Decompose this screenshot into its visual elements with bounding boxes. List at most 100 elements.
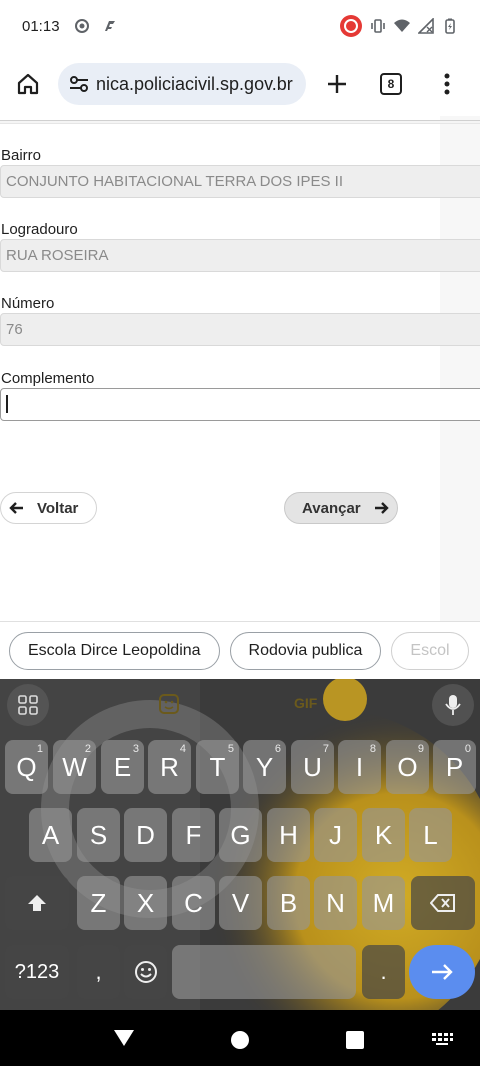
period-key[interactable]: . (362, 945, 405, 999)
sticker-icon (159, 694, 179, 714)
browser-toolbar: nica.policiacivil.sp.gov.br 8 (0, 52, 480, 116)
key-f[interactable]: F (172, 808, 215, 862)
screen-record-icon (74, 19, 89, 33)
voice-input-button[interactable] (432, 684, 474, 726)
key-hint: 3 (132, 743, 139, 755)
key-k[interactable]: K (362, 808, 405, 862)
site-settings-icon[interactable] (68, 73, 90, 95)
key-y[interactable]: Y6 (243, 740, 286, 794)
key-q[interactable]: Q1 (5, 740, 48, 794)
space-key[interactable] (172, 945, 356, 999)
next-button-label: Avançar (302, 499, 361, 517)
suggestion-chip[interactable]: Escola Dirce Leopoldina (9, 631, 220, 670)
key-r[interactable]: R4 (148, 740, 191, 794)
home-nav-button[interactable] (231, 1031, 249, 1049)
key-label: P (445, 751, 464, 782)
key-hint: 4 (179, 743, 186, 755)
key-d[interactable]: D (124, 808, 167, 862)
more-menu-button[interactable] (431, 68, 463, 100)
section-divider (0, 120, 480, 124)
key-hint: 5 (227, 743, 234, 755)
key-label: U (303, 751, 322, 782)
comma-key[interactable]: , (77, 945, 120, 999)
key-x[interactable]: X (124, 876, 167, 930)
key-hint: 9 (417, 743, 424, 755)
key-a[interactable]: A (29, 808, 72, 862)
tab-switcher-button[interactable]: 8 (375, 68, 407, 100)
key-s[interactable]: S (77, 808, 120, 862)
arrow-right-icon (374, 502, 389, 514)
home-button[interactable] (12, 68, 44, 100)
key-hint: 2 (84, 743, 91, 755)
emoji-icon (134, 961, 157, 983)
backspace-icon (430, 894, 455, 912)
key-label: Q (16, 751, 37, 782)
arrow-left-icon (9, 502, 23, 514)
key-h[interactable]: H (267, 808, 310, 862)
symbols-key[interactable]: ?123 (5, 945, 69, 999)
system-navigation-bar (0, 1010, 480, 1066)
battery-icon (445, 18, 455, 34)
sticker-button[interactable] (158, 693, 180, 715)
apps-grid-icon (18, 695, 38, 715)
address-bar[interactable]: nica.policiacivil.sp.gov.br (58, 63, 306, 105)
app-notification-icon (104, 21, 115, 31)
status-bar: 01:13 (0, 0, 480, 52)
back-triangle-icon (114, 1030, 134, 1046)
key-c[interactable]: C (172, 876, 215, 930)
keyboard-switch-button[interactable] (431, 1032, 453, 1046)
microphone-icon (445, 695, 461, 715)
recording-icon (340, 15, 362, 37)
key-label: R (160, 751, 179, 782)
key-b[interactable]: B (267, 876, 310, 930)
enter-key[interactable] (409, 945, 475, 999)
more-vert-icon (444, 73, 450, 95)
status-time: 01:13 (22, 17, 60, 35)
key-l[interactable]: L (409, 808, 452, 862)
key-j[interactable]: J (314, 808, 357, 862)
key-hint: 1 (36, 743, 43, 755)
key-o[interactable]: O9 (386, 740, 429, 794)
gif-button[interactable]: GIF (294, 695, 317, 711)
suggestion-chip[interactable]: Escol (391, 631, 469, 670)
home-icon (17, 73, 39, 95)
key-label: W (62, 751, 87, 782)
key-m[interactable]: M (362, 876, 405, 930)
key-i[interactable]: I8 (338, 740, 381, 794)
vibrate-icon (371, 19, 385, 33)
key-t[interactable]: T5 (196, 740, 239, 794)
next-button[interactable]: Avançar (284, 492, 398, 524)
back-nav-button[interactable] (112, 1028, 136, 1048)
text-cursor (6, 395, 8, 414)
tab-count: 8 (380, 73, 402, 95)
signal-icon (418, 18, 434, 34)
logradouro-label: Logradouro (1, 221, 78, 238)
suggestion-chip[interactable]: Rodovia publica (229, 631, 382, 670)
key-z[interactable]: Z (77, 876, 120, 930)
recents-nav-button[interactable] (346, 1031, 364, 1049)
backspace-key[interactable] (411, 876, 475, 930)
key-g[interactable]: G (219, 808, 262, 862)
back-button[interactable]: Voltar (0, 492, 97, 524)
web-page: Bairro CONJUNTO HABITACIONAL TERRA DOS I… (0, 116, 480, 621)
emoji-key[interactable] (124, 945, 167, 999)
key-v[interactable]: V (219, 876, 262, 930)
logradouro-field[interactable]: RUA ROSEIRA (0, 239, 480, 272)
numero-field[interactable]: 76 (0, 313, 480, 346)
key-u[interactable]: U7 (291, 740, 334, 794)
back-button-label: Voltar (37, 499, 79, 517)
bairro-field[interactable]: CONJUNTO HABITACIONAL TERRA DOS IPES II (0, 165, 480, 198)
key-w[interactable]: W2 (53, 740, 96, 794)
complemento-field[interactable] (0, 388, 480, 421)
arrow-right-icon (432, 964, 453, 980)
key-n[interactable]: N (314, 876, 357, 930)
shift-key[interactable] (5, 876, 69, 930)
keyboard-menu-button[interactable] (7, 684, 49, 726)
bairro-label: Bairro (1, 147, 42, 164)
key-label: T (209, 751, 226, 782)
key-p[interactable]: P0 (433, 740, 476, 794)
key-e[interactable]: E3 (101, 740, 144, 794)
new-tab-button[interactable] (321, 68, 353, 100)
numero-label: Número (1, 295, 55, 312)
key-hint: 6 (274, 743, 281, 755)
